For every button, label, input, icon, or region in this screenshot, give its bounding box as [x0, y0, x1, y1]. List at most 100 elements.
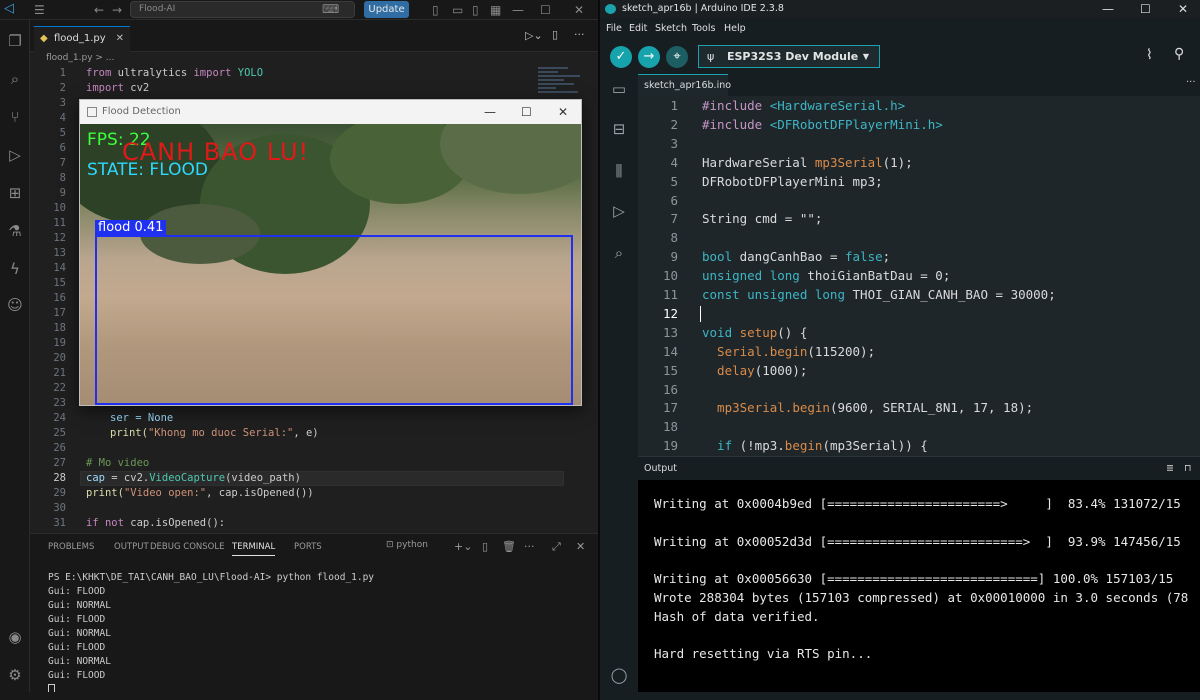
terminal-more-icon[interactable]: ··· [524, 540, 535, 553]
line-number: 31 [53, 517, 66, 529]
flood-detection-titlebar[interactable]: Flood Detection — ☐ ✕ [80, 100, 581, 124]
upload-icon[interactable]: → [638, 46, 660, 68]
split-editor-icon[interactable]: ▯ [552, 28, 558, 41]
popup-close-icon[interactable]: ✕ [558, 100, 568, 124]
boards-manager-icon[interactable]: ⊟ [608, 118, 630, 140]
toggle-panel-icon[interactable]: ▭ [452, 2, 463, 18]
close-tab-icon[interactable]: ✕ [116, 27, 124, 51]
code-token: void [702, 324, 733, 340]
library-manager-icon[interactable]: ⫼ [608, 160, 630, 182]
arduino-minimize-icon[interactable]: — [1102, 0, 1114, 18]
testing-icon[interactable]: ⚗ [4, 220, 26, 242]
line-number: 16 [53, 292, 66, 304]
sketch-editor[interactable]: 1 2 3 4 5 6 7 8 9 10 11 12 13 14 15 16 17 18 19 #include <H… [638, 96, 1200, 456]
forward-arrow-icon[interactable]: → [112, 2, 122, 18]
minimize-icon[interactable]: — [512, 2, 524, 18]
tab-sketch-apr16b[interactable]: sketch_apr16b.ino [638, 74, 731, 96]
vegetation [440, 124, 581, 194]
line-number: 7 [670, 211, 678, 227]
code-line: unsigned long thoiGianBatDau = 0; [702, 268, 950, 283]
code-token: print( [86, 487, 124, 499]
run-python-icon[interactable]: ▷⌄ [525, 29, 543, 42]
popup-maximize-icon[interactable]: ☐ [521, 100, 532, 124]
line-number: 20 [53, 352, 66, 364]
extensions-icon[interactable]: ⊞ [4, 182, 26, 204]
toggle-secondary-sidebar-icon[interactable]: ▯ [472, 2, 479, 18]
source-control-icon[interactable]: ⑂ [4, 106, 26, 128]
code-token: cap.isOpened(): [123, 517, 226, 529]
code-token: import [86, 82, 124, 94]
run-debug-icon[interactable]: ▷ [4, 144, 26, 166]
code-token: cv2 [123, 82, 150, 94]
panel-tab-output[interactable]: OUTPUT [114, 542, 149, 552]
flood-detection-title: Flood Detection [102, 106, 181, 117]
settings-gear-icon[interactable]: ⚙ [4, 664, 26, 686]
copilot-icon[interactable]: ⌨ [322, 1, 339, 17]
back-arrow-icon[interactable]: ← [94, 2, 104, 18]
debug-sidebar-icon[interactable]: ▷ [608, 200, 630, 222]
code-line: if (!mp3.begin(mp3Serial)) { [702, 438, 928, 453]
board-selector[interactable]: ψ ESP32S3 Dev Module ▼ [698, 45, 880, 68]
code-line: if not cap.isOpened(): [86, 517, 225, 529]
code-line: Serial.begin(115200); [702, 344, 875, 359]
menu-sketch[interactable]: Sketch [655, 23, 687, 34]
menu-file[interactable]: File [606, 23, 622, 34]
debug-icon[interactable]: ⌖ [666, 46, 688, 68]
terminal-output[interactable]: PS E:\KHKT\DE_TAI\CANH_BAO_LU\Flood-AI> … [48, 572, 374, 698]
tab-flood-1-py[interactable]: ◆ flood_1.py ✕ [34, 26, 130, 52]
code-token: "Video open:" [123, 487, 207, 499]
sketchbook-icon[interactable]: ▭ [608, 78, 630, 100]
code-token: String cmd = ""; [702, 211, 823, 227]
serial-monitor-icon[interactable]: ⚲ [1174, 46, 1184, 62]
more-actions-icon[interactable]: ··· [574, 28, 585, 41]
profile-icon[interactable]: ◯ [608, 664, 630, 686]
panel-tab-problems[interactable]: PROBLEMS [48, 542, 94, 552]
panel-tab-ports[interactable]: PORTS [294, 542, 322, 552]
tab-menu-icon[interactable]: ··· [1186, 77, 1196, 88]
close-icon[interactable]: ✕ [574, 2, 584, 18]
panel-tab-terminal[interactable]: TERMINAL [232, 542, 276, 556]
lock-scroll-icon[interactable]: ⊓ [1184, 457, 1191, 481]
code-line: ser = None [110, 412, 173, 424]
update-button[interactable]: Update [364, 1, 409, 18]
code-token: thoiGianBatDau = 0; [799, 268, 951, 284]
copilot-chat-icon[interactable]: ☺ [4, 294, 26, 316]
arduino-menubar: File Edit Sketch Tools Help [600, 18, 1200, 40]
panel-tab-debug-console[interactable]: DEBUG CONSOLE [150, 542, 224, 552]
new-terminal-icon[interactable]: +⌄ [454, 540, 472, 553]
search-icon[interactable]: ⌕ [4, 68, 26, 90]
flood-detection-window[interactable]: Flood Detection — ☐ ✕ FPS: 22 CANH BAO L… [79, 99, 582, 406]
maximize-panel-icon[interactable]: ⤢ [552, 540, 561, 554]
code-token: = cv2. [104, 472, 150, 484]
line-number: 22 [53, 382, 66, 394]
code-token: delay [702, 362, 755, 378]
arduino-maximize-icon[interactable]: ☐ [1140, 0, 1151, 18]
kill-terminal-icon[interactable]: 🗑 [502, 540, 516, 553]
menu-edit[interactable]: Edit [629, 23, 647, 34]
account-icon[interactable]: ◉ [4, 626, 26, 648]
split-terminal-icon[interactable]: ▯ [482, 540, 488, 553]
vscode-titlebar: ◁ ☰ ← → Flood-AI ⌨ Update ▯ ▭ ▯ ▦ — ☐ ✕ [0, 0, 598, 20]
terminal-profile[interactable]: ⊡ python [386, 540, 428, 550]
menu-icon[interactable]: ☰ [34, 2, 45, 18]
clear-output-icon[interactable]: ≣ [1166, 457, 1174, 481]
status-bar [0, 692, 598, 700]
arduino-close-icon[interactable]: ✕ [1178, 0, 1188, 18]
layout-icon[interactable]: ▦ [490, 2, 501, 18]
code-token: , e) [293, 427, 319, 439]
breadcrumb[interactable]: flood_1.py > ... [46, 53, 114, 63]
serial-plotter-icon[interactable]: ⌇ [1146, 47, 1153, 63]
menu-help[interactable]: Help [724, 23, 746, 34]
search-icon[interactable]: ⌕ [608, 242, 630, 264]
thunder-client-icon[interactable]: ϟ [4, 258, 26, 280]
toggle-sidebar-icon[interactable]: ▯ [432, 2, 439, 18]
explorer-icon[interactable]: ❐ [4, 30, 26, 52]
code-line: import cv2 [86, 82, 149, 94]
popup-minimize-icon[interactable]: — [484, 100, 496, 124]
output-console[interactable]: Writing at 0x0004b9ed [=================… [638, 480, 1200, 692]
close-panel-icon[interactable]: ✕ [576, 540, 585, 553]
output-line: Wrote 288304 bytes (157103 compressed) a… [654, 590, 1189, 605]
maximize-icon[interactable]: ☐ [540, 2, 551, 18]
verify-icon[interactable]: ✓ [610, 46, 632, 68]
menu-tools[interactable]: Tools [692, 23, 715, 34]
